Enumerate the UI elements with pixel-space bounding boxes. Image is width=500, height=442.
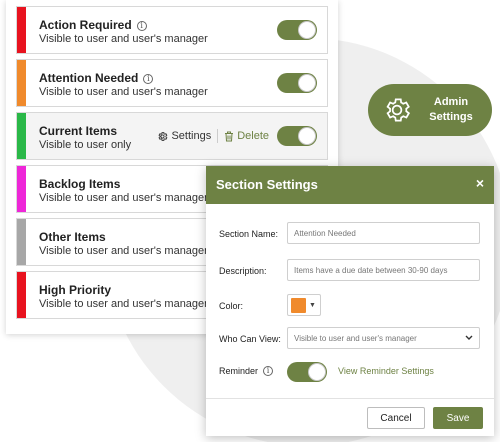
trash-icon bbox=[225, 131, 234, 141]
chevron-down-icon bbox=[465, 335, 473, 340]
reminder-label: Reminder bbox=[219, 366, 259, 376]
delete-link[interactable]: Delete bbox=[224, 130, 269, 142]
color-picker[interactable]: ▼ bbox=[287, 294, 321, 316]
toggle-knob bbox=[298, 21, 316, 39]
section-toggle[interactable] bbox=[277, 73, 317, 93]
info-icon[interactable]: i bbox=[143, 74, 154, 84]
section-settings-modal: Section Settings × Section Name: Attenti… bbox=[206, 166, 494, 436]
save-button[interactable]: Save bbox=[433, 407, 483, 429]
cancel-button[interactable]: Cancel bbox=[367, 407, 425, 429]
admin-settings-label: Admin Settings bbox=[429, 96, 473, 123]
info-icon[interactable]: i bbox=[136, 21, 147, 31]
section-row-attention-needed[interactable]: Attention Needed i Visible to user and us… bbox=[16, 59, 328, 107]
reminder-toggle[interactable] bbox=[287, 362, 327, 382]
section-visibility: Visible to user and user's manager bbox=[39, 33, 208, 45]
delete-label: Delete bbox=[237, 130, 269, 142]
section-title: High Priority bbox=[39, 283, 112, 297]
section-visibility: Visible to user and user's manager bbox=[39, 192, 208, 204]
view-reminder-settings-link[interactable]: View Reminder Settings bbox=[338, 366, 434, 376]
section-visibility: Visible to user and user's manager bbox=[39, 86, 208, 98]
section-title: Other Items bbox=[39, 230, 106, 244]
info-icon[interactable]: i bbox=[263, 366, 274, 376]
toggle-knob bbox=[298, 74, 316, 92]
modal-footer: Cancel Save bbox=[206, 398, 494, 436]
section-title: Current Items bbox=[39, 124, 118, 138]
section-color-bar bbox=[17, 60, 26, 106]
toggle-knob bbox=[298, 127, 316, 145]
modal-header: Section Settings × bbox=[206, 166, 494, 204]
who-can-view-select[interactable]: Visible to user and user's manager bbox=[287, 327, 480, 349]
admin-settings-button[interactable]: Admin Settings bbox=[368, 84, 492, 136]
section-toggle[interactable] bbox=[277, 126, 317, 146]
section-visibility: Visible to user and user's manager bbox=[39, 298, 208, 310]
section-visibility: Visible to user only bbox=[39, 139, 132, 151]
close-icon[interactable]: × bbox=[476, 175, 484, 191]
section-row-action-required[interactable]: Action Required i Visible to user and use… bbox=[16, 6, 328, 54]
section-visibility: Visible to user and user's manager bbox=[39, 245, 208, 257]
settings-link[interactable]: Settings bbox=[157, 130, 211, 142]
description-input[interactable]: Items have a due date between 30-90 days bbox=[287, 259, 480, 281]
section-color-bar bbox=[17, 219, 26, 265]
section-title: Attention Needed bbox=[39, 71, 139, 85]
section-toggle[interactable] bbox=[277, 20, 317, 40]
toggle-knob bbox=[308, 363, 326, 381]
section-color-bar bbox=[17, 166, 26, 212]
section-name-label: Section Name: bbox=[219, 229, 279, 239]
section-row-current-items[interactable]: Current Items Visible to user only Setti… bbox=[16, 112, 328, 160]
modal-title: Section Settings bbox=[216, 177, 318, 192]
description-label: Description: bbox=[219, 266, 267, 276]
color-label: Color: bbox=[219, 301, 244, 311]
divider bbox=[217, 129, 219, 143]
row-actions: Settings Delete bbox=[157, 129, 269, 143]
section-color-bar bbox=[17, 7, 26, 53]
settings-label: Settings bbox=[171, 130, 212, 142]
section-title: Action Required bbox=[39, 18, 132, 32]
caret-down-icon: ▼ bbox=[309, 301, 316, 309]
section-color-bar bbox=[17, 272, 26, 318]
section-color-bar bbox=[17, 113, 26, 159]
who-can-view-value: Visible to user and user's manager bbox=[294, 333, 417, 343]
gear-icon bbox=[386, 98, 411, 122]
section-name-input[interactable]: Attention Needed bbox=[287, 222, 480, 244]
color-swatch bbox=[291, 297, 306, 313]
gear-icon bbox=[158, 131, 168, 141]
section-title: Backlog Items bbox=[39, 177, 121, 191]
who-can-view-label: Who Can View: bbox=[219, 334, 281, 344]
